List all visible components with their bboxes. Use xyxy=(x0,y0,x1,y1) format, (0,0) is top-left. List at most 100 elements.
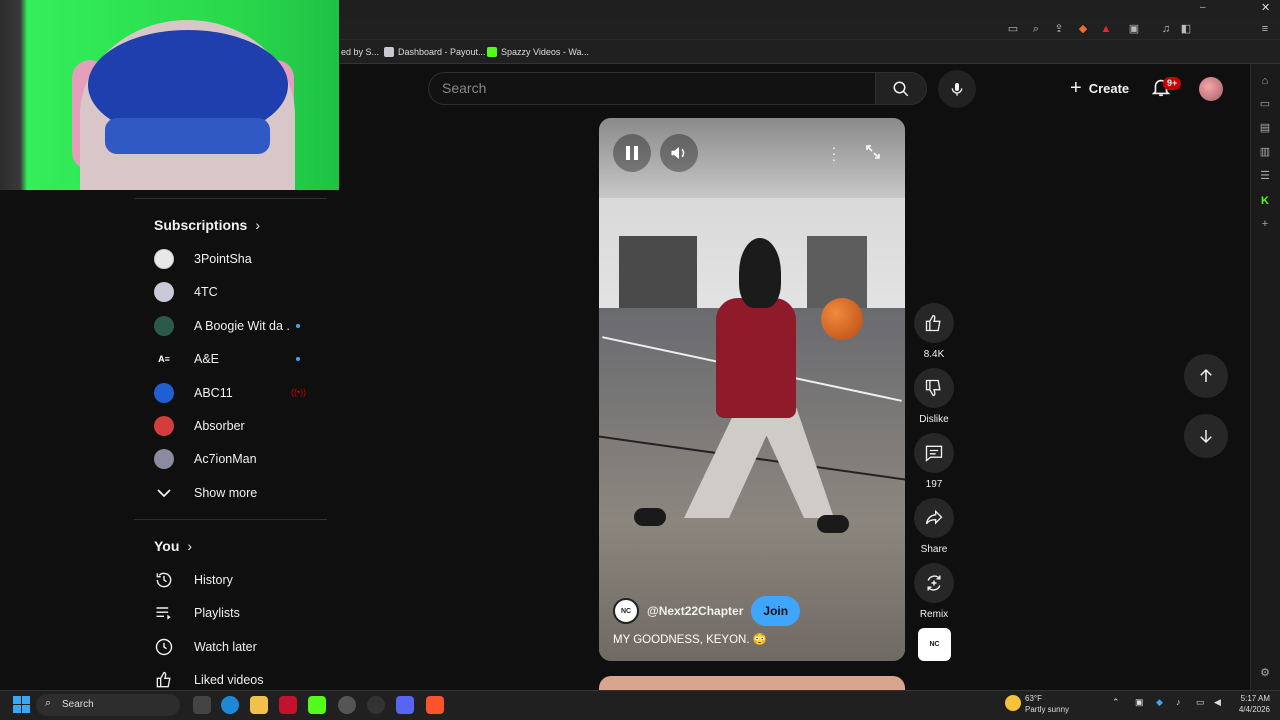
file-explorer-icon[interactable] xyxy=(250,696,268,714)
zoom-icon[interactable]: ⌕ xyxy=(1029,22,1043,36)
tray-chevron-icon[interactable]: ⌃ xyxy=(1112,697,1120,708)
dislike-button[interactable]: Dislike xyxy=(914,368,954,425)
taskbar-clock[interactable]: 5:17 AM 4/4/2026 xyxy=(1230,693,1270,715)
guide-item-label: Playlists xyxy=(194,606,240,620)
next-short-button[interactable] xyxy=(1184,414,1228,458)
add-panel-icon[interactable]: + xyxy=(1258,217,1272,231)
volume-icon xyxy=(671,147,685,159)
show-more-button[interactable]: Show more xyxy=(154,478,324,508)
channel-row: NC @Next22Chapter Join xyxy=(613,596,801,626)
subscription-item[interactable]: Ac7ionMan xyxy=(154,444,324,474)
subscriptions-heading[interactable]: Subscriptions › xyxy=(154,217,260,233)
adobe-icon[interactable] xyxy=(279,696,297,714)
bookmark-item[interactable]: ed by S... xyxy=(341,44,379,60)
next-short-preview[interactable] xyxy=(599,676,905,690)
channel-avatar[interactable]: NC xyxy=(613,598,639,624)
settings-app-icon[interactable] xyxy=(338,696,356,714)
search-icon xyxy=(893,81,909,96)
subscription-item[interactable]: 4TC xyxy=(154,277,324,307)
media-panel-icon[interactable]: ▭ xyxy=(1258,97,1272,111)
subscription-item[interactable]: Absorber xyxy=(154,411,324,441)
comments-button[interactable]: 197 xyxy=(914,433,954,490)
brave-rewards-icon[interactable]: ▲ xyxy=(1099,22,1113,36)
share-icon xyxy=(925,509,943,525)
tray-app-icon[interactable]: ▣ xyxy=(1135,697,1144,708)
bookmarks-panel-icon[interactable]: ▥ xyxy=(1258,145,1272,159)
dislike-label: Dislike xyxy=(919,414,949,425)
webcam-overlay xyxy=(0,0,339,190)
history-panel-icon[interactable]: ▤ xyxy=(1258,121,1272,135)
remix-icon xyxy=(927,575,941,591)
cast-icon[interactable]: ▭ xyxy=(1006,22,1020,36)
subscription-name: Absorber xyxy=(194,419,245,433)
sound-thumbnail[interactable]: NC xyxy=(918,628,951,661)
thumbs-up-icon xyxy=(925,314,941,332)
short-caption[interactable]: MY GOODNESS, KEYON. 😳 xyxy=(613,632,767,646)
search-input[interactable]: Search xyxy=(428,72,875,105)
extension-icon[interactable]: ▣ xyxy=(1127,22,1141,36)
chevron-right-icon: › xyxy=(255,217,261,233)
subscription-name: A Boogie Wit da ... xyxy=(194,319,290,333)
network-icon[interactable]: ▭ xyxy=(1196,697,1205,708)
guide-item-history[interactable]: History xyxy=(154,565,324,595)
minimize-icon[interactable]: – xyxy=(1200,2,1206,13)
remix-button[interactable]: Remix xyxy=(914,563,954,620)
volume-button[interactable] xyxy=(660,134,698,172)
guide-item-label: Liked videos xyxy=(194,673,264,687)
share-page-icon[interactable]: ⇪ xyxy=(1052,22,1066,36)
thumbs-down-icon xyxy=(925,379,941,397)
reading-list-icon[interactable]: ☰ xyxy=(1258,169,1272,183)
expand-icon xyxy=(866,145,880,159)
edge-icon[interactable] xyxy=(221,696,239,714)
join-button[interactable]: Join xyxy=(751,596,801,626)
subscription-name: A&E xyxy=(194,352,220,366)
speaker-icon[interactable]: ◀ xyxy=(1214,697,1221,708)
create-button[interactable]: + Create xyxy=(1062,72,1139,105)
bookmark-label: ed by S... xyxy=(341,47,380,57)
fullscreen-button[interactable] xyxy=(865,144,881,160)
short-video-player[interactable]: · · · NC @Next22Chapter Join MY GOODNESS, … xyxy=(599,118,905,661)
clock-date: 4/4/2026 xyxy=(1238,705,1270,714)
bookmark-favicon-icon xyxy=(384,47,394,57)
settings-gear-icon[interactable]: ⚙ xyxy=(1258,666,1272,680)
menu-icon[interactable]: ≡ xyxy=(1258,22,1272,36)
guide-item-watch-later[interactable]: Watch later xyxy=(154,632,324,662)
microphone-tray-icon[interactable]: ♪ xyxy=(1176,697,1181,707)
subscription-item[interactable]: 3PointSha xyxy=(154,244,324,274)
sidebar-toggle-icon[interactable]: ◧ xyxy=(1179,22,1193,36)
voice-search-button[interactable] xyxy=(938,70,976,108)
divider xyxy=(134,198,327,199)
tray-app-icon[interactable]: ◆ xyxy=(1156,697,1163,708)
previous-short-button[interactable] xyxy=(1184,354,1228,398)
close-window-icon[interactable]: ✕ xyxy=(1261,1,1270,14)
channel-handle[interactable]: @Next22Chapter xyxy=(647,604,743,618)
media-icon[interactable]: ♫ xyxy=(1159,22,1173,36)
windows-taskbar xyxy=(0,690,1280,720)
search-button[interactable] xyxy=(875,72,927,105)
brave-shield-icon[interactable]: ◆ xyxy=(1076,22,1090,36)
bookmark-item[interactable]: Spazzy Videos - Wa... xyxy=(487,44,589,60)
pin-icon[interactable]: ⌂ xyxy=(1258,74,1272,88)
account-avatar[interactable] xyxy=(1199,77,1223,101)
kick-icon[interactable]: K xyxy=(1258,194,1272,208)
you-heading[interactable]: You › xyxy=(154,538,192,554)
taskbar-search[interactable]: Search xyxy=(36,694,180,716)
bookmark-item[interactable]: Dashboard - Payout... xyxy=(384,44,486,60)
watch-later-icon xyxy=(154,637,174,657)
guide-item-playlists[interactable]: Playlists xyxy=(154,598,324,628)
share-button[interactable]: Share xyxy=(914,498,954,555)
task-view-icon[interactable] xyxy=(193,696,211,714)
weather-widget[interactable]: 63°F Partly sunny xyxy=(1005,693,1069,715)
like-button[interactable]: 8.4K xyxy=(914,303,954,360)
windows-start-icon[interactable] xyxy=(13,696,30,713)
kick-app-icon[interactable] xyxy=(308,696,326,714)
obs-icon[interactable] xyxy=(367,696,385,714)
more-options-icon[interactable]: · · · xyxy=(829,140,839,166)
guide-item-label: Watch later xyxy=(194,640,257,654)
taskbar-search-icon: ⌕ xyxy=(45,697,52,709)
pause-button[interactable] xyxy=(613,134,651,172)
show-more-label: Show more xyxy=(194,486,258,500)
brave-icon[interactable] xyxy=(426,696,444,714)
discord-icon[interactable] xyxy=(396,696,414,714)
channel-avatar xyxy=(154,383,174,403)
